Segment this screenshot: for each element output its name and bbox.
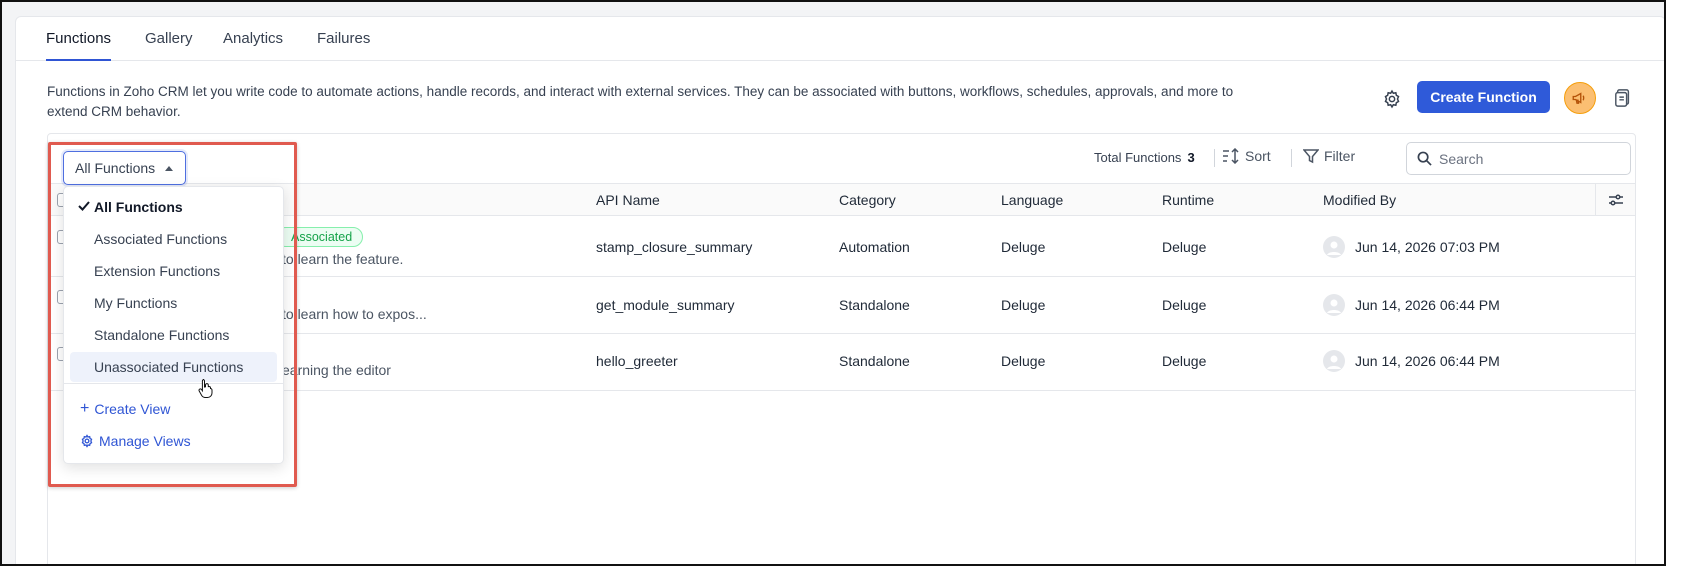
total-count: 3 [1187,150,1195,165]
tab-bar: Functions Gallery Analytics Failures [16,17,1664,61]
table-header: API Name Category Language Runtime Modif… [48,183,1635,216]
functions-list: Total Functions 3 Sort Filter Search API… [47,133,1636,564]
view-selector-button[interactable]: All Functions [63,151,186,185]
total-functions: Total Functions 3 [1094,150,1195,165]
sort-label: Sort [1245,148,1271,164]
menu-item-associated-functions[interactable]: Associated Functions [70,224,277,254]
check-icon [78,201,90,211]
document-icon [1615,89,1630,107]
table-row[interactable]: to learn how to expos... get_module_summ… [48,278,1635,334]
api-name-cell: stamp_closure_summary [596,239,753,255]
sliders-icon [1608,193,1623,206]
table-row[interactable]: earning the editor hello_greeter Standal… [48,335,1635,391]
settings-button[interactable] [1379,86,1405,112]
category-cell: Standalone [839,297,910,313]
tab-failures[interactable]: Failures [317,30,370,60]
api-name-cell: hello_greeter [596,353,678,369]
function-description: to learn how to expos... [282,306,427,322]
create-function-button[interactable]: Create Function [1417,81,1550,113]
status-badge: Associated [276,227,364,247]
menu-item-label: Extension Functions [94,263,221,279]
documentation-button[interactable] [1611,86,1635,110]
description-line-2: extend CRM behavior. [47,104,181,119]
function-description: earning the editor [282,362,391,378]
column-category[interactable]: Category [839,192,896,208]
caret-up-icon [165,165,174,171]
menu-item-label: Standalone Functions [94,327,230,343]
manage-views-link[interactable]: Manage Views [80,433,191,449]
menu-item-all-functions[interactable]: All Functions [70,192,277,222]
filter-button[interactable]: Filter [1303,148,1355,164]
filter-icon [1303,149,1319,164]
function-description: to learn the feature. [282,251,404,267]
megaphone-icon [1572,92,1585,104]
tab-analytics[interactable]: Analytics [223,30,283,60]
gear-icon [1384,89,1400,109]
list-toolbar: Total Functions 3 Sort Filter [48,134,1635,182]
runtime-cell: Deluge [1162,297,1207,313]
search-box[interactable] [1406,142,1631,175]
column-settings-button[interactable] [1595,184,1635,215]
menu-item-label: My Functions [94,295,178,311]
search-input[interactable] [1439,150,1619,167]
language-cell: Deluge [1001,353,1046,369]
api-name-cell: get_module_summary [596,297,735,313]
user-icon [1327,299,1341,313]
menu-divider [64,383,283,384]
announcements-button[interactable] [1564,82,1596,114]
avatar [1323,236,1345,258]
column-modified-by[interactable]: Modified By [1323,192,1396,208]
column-api-name[interactable]: API Name [596,192,660,208]
modified-cell: Jun 14, 2026 07:03 PM [1355,239,1500,255]
category-cell: Automation [839,239,910,255]
menu-item-label: Associated Functions [94,231,228,247]
create-view-link[interactable]: + Create View [80,400,171,418]
user-icon [1327,241,1341,255]
menu-item-standalone-functions[interactable]: Standalone Functions [70,320,277,350]
runtime-cell: Deluge [1162,353,1207,369]
view-selector-label: All Functions [75,160,156,176]
page-description: Functions in Zoho CRM let you write code… [47,82,1347,122]
plus-icon: + [80,400,90,417]
column-language[interactable]: Language [1001,192,1063,208]
view-dropdown-menu: All Functions Associated Functions Exten… [63,186,284,464]
modified-cell: Jun 14, 2026 06:44 PM [1355,297,1500,313]
search-icon [1417,151,1432,166]
gear-icon [81,434,93,448]
menu-item-label: Unassociated Functions [94,359,244,375]
category-cell: Standalone [839,353,910,369]
create-view-label: Create View [94,401,171,417]
runtime-cell: Deluge [1162,239,1207,255]
table-row[interactable]: Associated to learn the feature. stamp_c… [48,217,1635,277]
manage-views-label: Manage Views [99,433,191,449]
sort-button[interactable]: Sort [1222,148,1271,164]
menu-item-label: All Functions [94,199,183,215]
column-runtime[interactable]: Runtime [1162,192,1214,208]
modified-cell: Jun 14, 2026 06:44 PM [1355,353,1500,369]
avatar [1323,350,1345,372]
menu-item-extension-functions[interactable]: Extension Functions [70,256,277,286]
language-cell: Deluge [1001,297,1046,313]
avatar [1323,294,1345,316]
filter-label: Filter [1324,148,1356,164]
tab-gallery[interactable]: Gallery [145,30,193,60]
app-frame: Functions Gallery Analytics Failures Fun… [0,0,1666,566]
sort-icon [1223,148,1239,164]
total-label: Total Functions [1094,150,1182,165]
menu-item-my-functions[interactable]: My Functions [70,288,277,318]
tab-functions[interactable]: Functions [46,30,112,61]
hand-cursor-icon [198,379,213,398]
description-line-1: Functions in Zoho CRM let you write code… [47,84,1234,99]
menu-item-unassociated-functions[interactable]: Unassociated Functions [70,352,277,382]
divider [1214,149,1215,167]
language-cell: Deluge [1001,239,1046,255]
user-icon [1327,355,1341,369]
divider [1291,149,1292,167]
